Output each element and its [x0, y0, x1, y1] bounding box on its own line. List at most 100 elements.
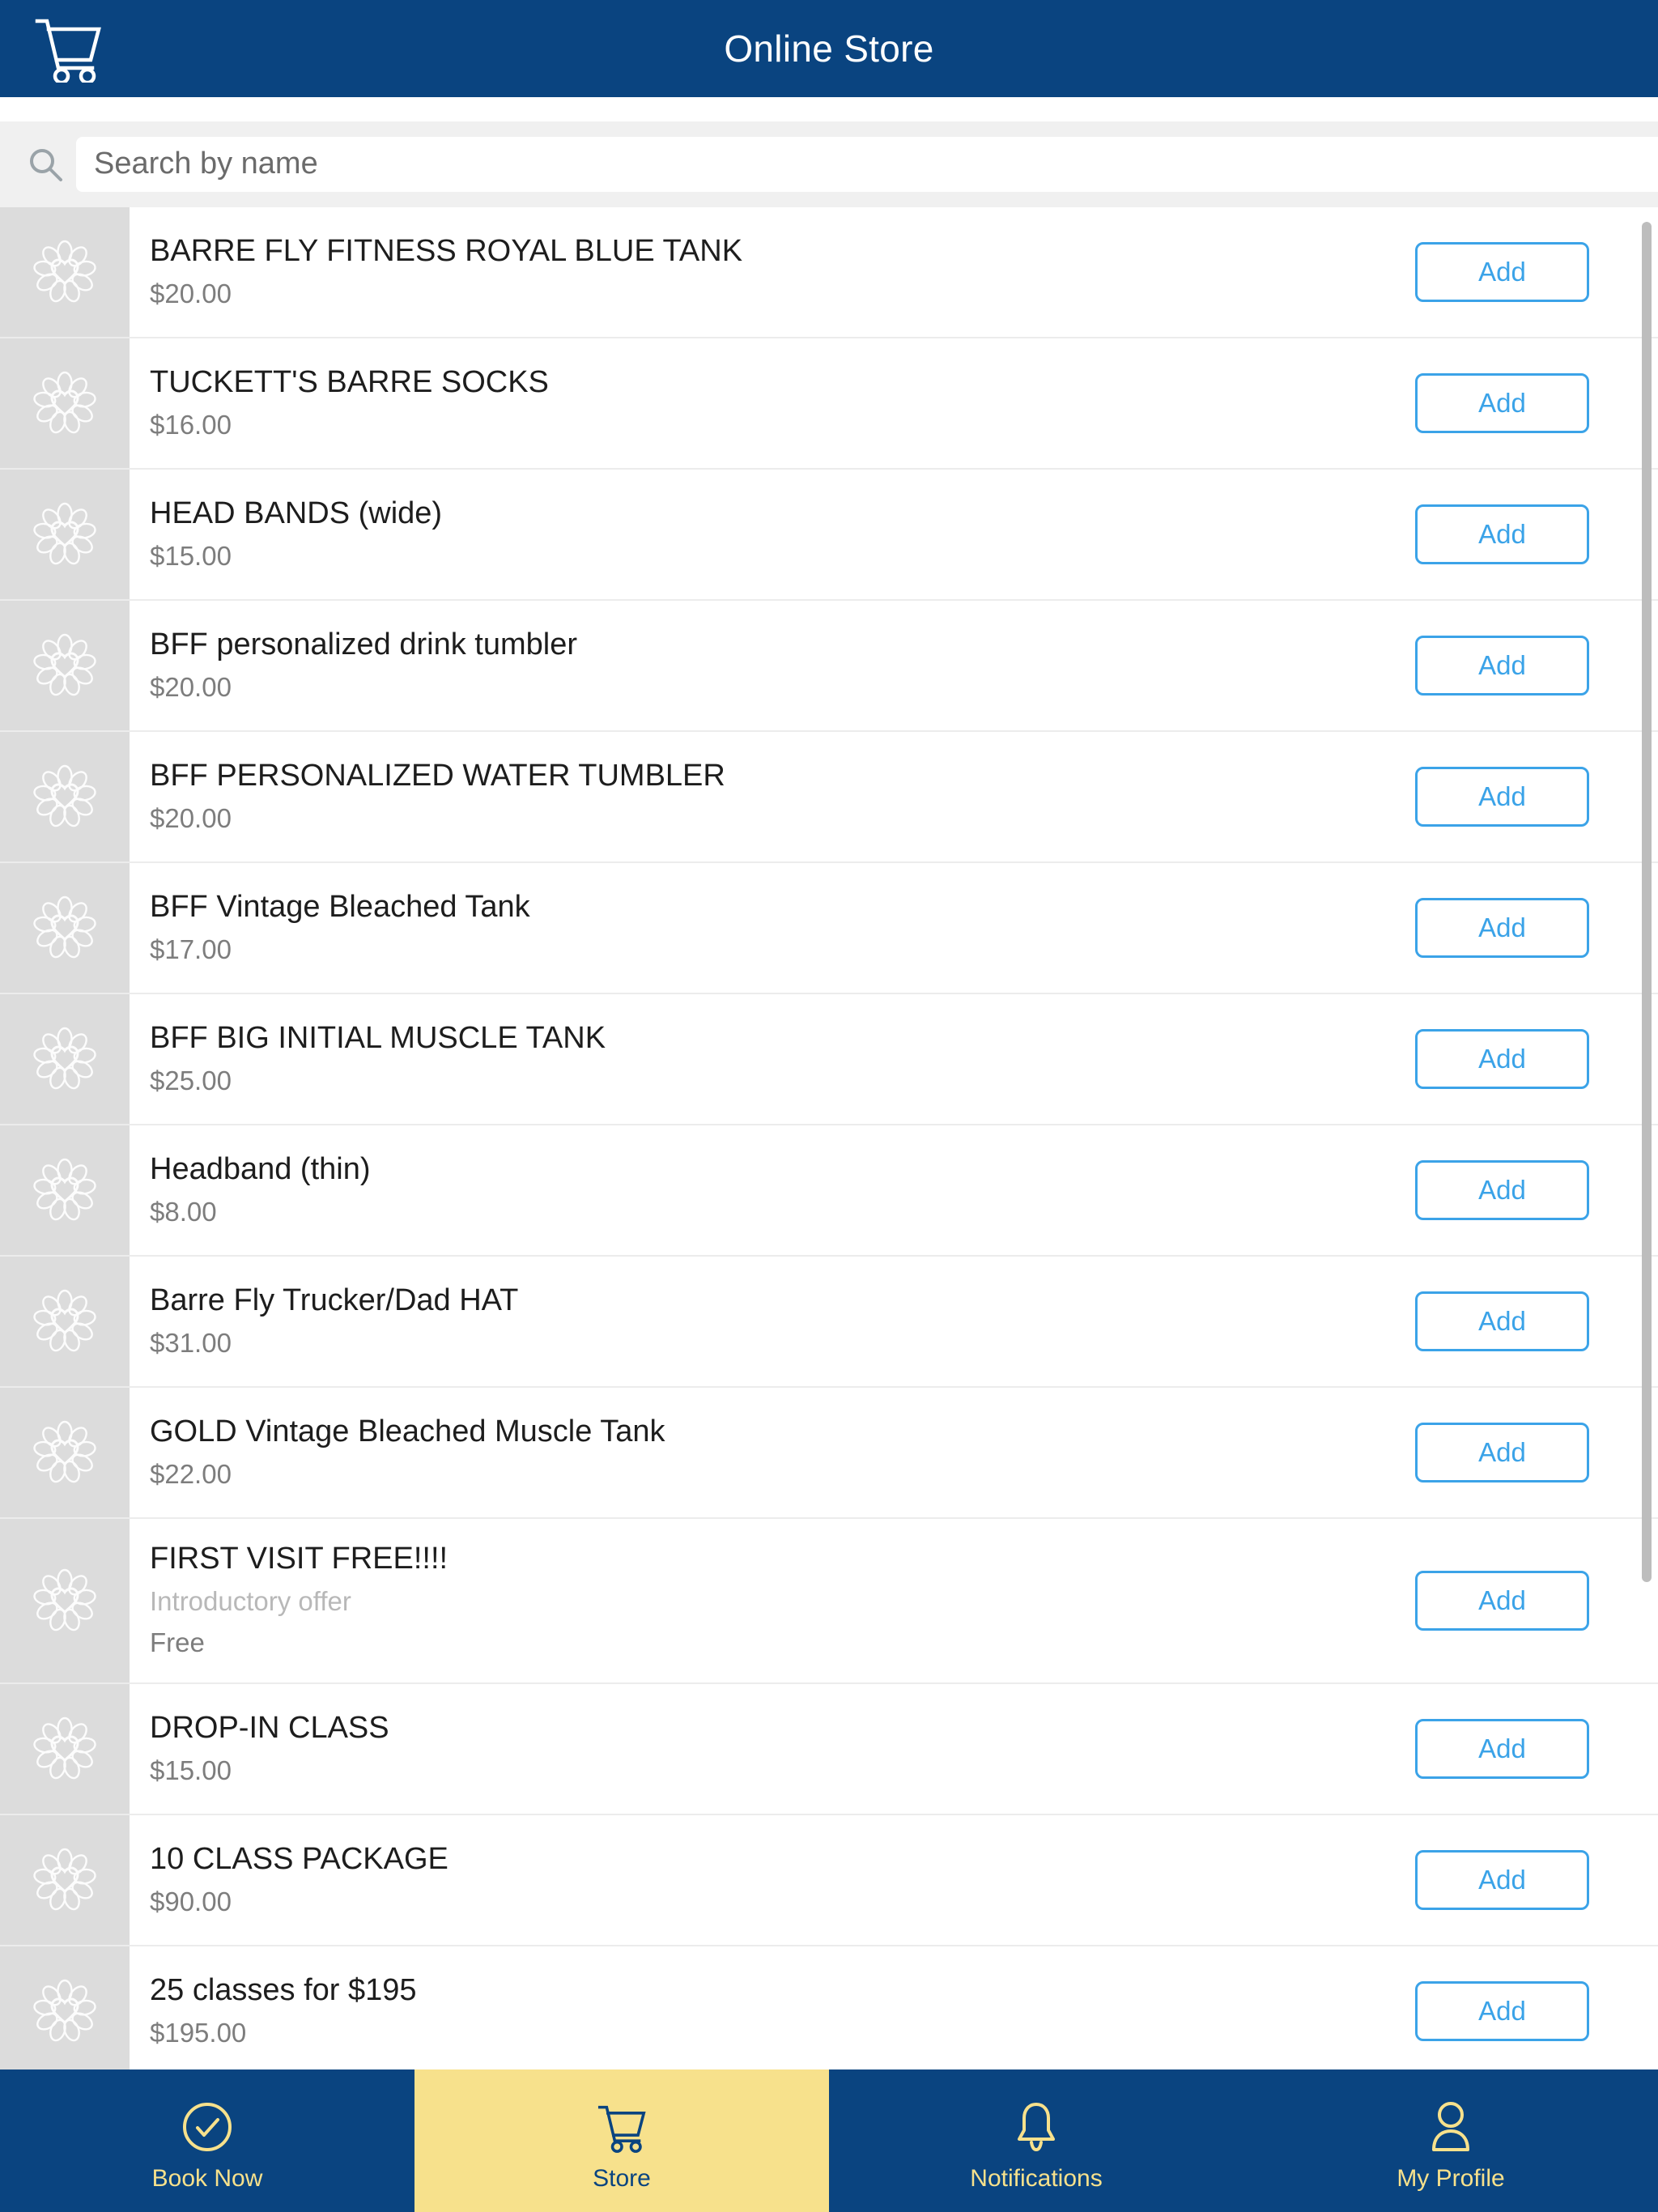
product-row[interactable]: HEAD BANDS (wide) $15.00 Add: [0, 469, 1658, 601]
add-to-cart-button[interactable]: Add: [1415, 241, 1589, 302]
shopping-cart-icon[interactable]: [29, 13, 107, 84]
product-price: $22.00: [150, 1458, 232, 1489]
product-info: BFF PERSONALIZED WATER TUMBLER $20.00: [130, 732, 1415, 861]
flower-heart-logo-icon: [28, 366, 102, 440]
add-to-cart-button[interactable]: Add: [1415, 1980, 1589, 2041]
search-icon: [24, 143, 66, 185]
product-price: Free: [150, 1627, 205, 1658]
nav-item-notifications[interactable]: Notifications: [829, 2069, 1244, 2212]
nav-item-my-profile[interactable]: My Profile: [1244, 2069, 1658, 2212]
scrollbar-thumb[interactable]: [1642, 221, 1652, 1582]
add-to-cart-button[interactable]: Add: [1415, 897, 1589, 958]
product-action: Add: [1415, 1125, 1658, 1255]
product-name: FIRST VISIT FREE!!!!: [150, 1541, 449, 1576]
nav-item-book-now[interactable]: Book Now: [0, 2069, 414, 2212]
product-thumbnail: [0, 338, 130, 468]
search-input-container[interactable]: [76, 136, 1658, 192]
nav-item-label: Store: [593, 2165, 651, 2192]
product-action: Add: [1415, 1946, 1658, 2069]
product-thumbnail: [0, 993, 130, 1124]
product-row[interactable]: BFF PERSONALIZED WATER TUMBLER $20.00 Ad…: [0, 731, 1658, 863]
product-row[interactable]: GOLD Vintage Bleached Muscle Tank $22.00…: [0, 1387, 1658, 1519]
product-name: DROP-IN CLASS: [150, 1710, 389, 1745]
flower-heart-logo-icon: [28, 1022, 102, 1096]
product-name: 25 classes for $195: [150, 1972, 417, 2007]
add-to-cart-button[interactable]: Add: [1415, 1291, 1589, 1351]
bell-icon: [1013, 2097, 1060, 2157]
product-name: Headband (thin): [150, 1151, 371, 1186]
online-store-app: Online Store BARRE FLY FITNESS ROYAL BLU…: [0, 0, 1658, 2212]
header-divider: [0, 97, 1658, 121]
nav-item-label: Book Now: [151, 2165, 263, 2192]
product-list-scroll-area[interactable]: BARRE FLY FITNESS ROYAL BLUE TANK $20.00…: [0, 206, 1658, 2069]
nav-item-store[interactable]: Store: [414, 2069, 829, 2212]
product-row[interactable]: Headband (thin) $8.00 Add: [0, 1125, 1658, 1257]
product-info: Barre Fly Trucker/Dad HAT $31.00: [130, 1257, 1415, 1386]
product-info: FIRST VISIT FREE!!!! Introductory offer …: [130, 1519, 1415, 1682]
add-to-cart-button[interactable]: Add: [1415, 1718, 1589, 1779]
product-action: Add: [1415, 863, 1658, 993]
app-header: Online Store: [0, 0, 1658, 97]
product-row[interactable]: FIRST VISIT FREE!!!! Introductory offer …: [0, 1518, 1658, 1684]
product-name: HEAD BANDS (wide): [150, 496, 443, 530]
product-name: BARRE FLY FITNESS ROYAL BLUE TANK: [150, 233, 743, 268]
search-input[interactable]: [94, 147, 1658, 182]
product-name: Barre Fly Trucker/Dad HAT: [150, 1283, 519, 1317]
check-circle-icon: [181, 2097, 234, 2157]
product-action: Add: [1415, 470, 1658, 599]
product-name: BFF PERSONALIZED WATER TUMBLER: [150, 758, 725, 793]
product-price: $17.00: [150, 934, 232, 964]
flower-heart-logo-icon: [28, 1284, 102, 1359]
product-price: $20.00: [150, 802, 232, 833]
product-row[interactable]: 10 CLASS PACKAGE $90.00 Add: [0, 1814, 1658, 1946]
product-name: GOLD Vintage Bleached Muscle Tank: [150, 1414, 665, 1448]
product-thumbnail: [0, 1683, 130, 1814]
product-price: $20.00: [150, 671, 232, 702]
product-row[interactable]: TUCKETT'S BARRE SOCKS $16.00 Add: [0, 338, 1658, 470]
flower-heart-logo-icon: [28, 891, 102, 965]
product-name: 10 CLASS PACKAGE: [150, 1841, 449, 1876]
add-to-cart-button[interactable]: Add: [1415, 1028, 1589, 1089]
product-row[interactable]: BFF personalized drink tumbler $20.00 Ad…: [0, 600, 1658, 732]
flower-heart-logo-icon: [28, 628, 102, 703]
product-info: 25 classes for $195 $195.00: [130, 1946, 1415, 2069]
product-thumbnail: [0, 1125, 130, 1255]
product-info: BFF personalized drink tumbler $20.00: [130, 601, 1415, 730]
scrollbar[interactable]: [1642, 207, 1652, 2069]
product-row[interactable]: 25 classes for $195 $195.00 Add: [0, 1946, 1658, 2069]
product-action: Add: [1415, 338, 1658, 468]
product-row[interactable]: BARRE FLY FITNESS ROYAL BLUE TANK $20.00…: [0, 206, 1658, 338]
product-info: BARRE FLY FITNESS ROYAL BLUE TANK $20.00: [130, 207, 1415, 337]
add-to-cart-button[interactable]: Add: [1415, 1159, 1589, 1220]
add-to-cart-button[interactable]: Add: [1415, 1849, 1589, 1910]
bottom-navigation: Book Now Store Notifications My Profile: [0, 2069, 1658, 2212]
add-to-cart-button[interactable]: Add: [1415, 1570, 1589, 1631]
product-name: BFF Vintage Bleached Tank: [150, 889, 530, 924]
product-thumbnail: [0, 469, 130, 599]
product-thumbnail: [0, 731, 130, 861]
product-thumbnail: [0, 1518, 130, 1682]
product-row[interactable]: DROP-IN CLASS $15.00 Add: [0, 1683, 1658, 1815]
product-info: HEAD BANDS (wide) $15.00: [130, 470, 1415, 599]
product-action: Add: [1415, 207, 1658, 337]
product-thumbnail: [0, 1946, 130, 2069]
add-to-cart-button[interactable]: Add: [1415, 1422, 1589, 1482]
product-price: $195.00: [150, 2017, 247, 2048]
product-row[interactable]: BFF BIG INITIAL MUSCLE TANK $25.00 Add: [0, 993, 1658, 1125]
add-to-cart-button[interactable]: Add: [1415, 766, 1589, 827]
product-action: Add: [1415, 1257, 1658, 1386]
shopping-cart-icon: [595, 2097, 648, 2157]
product-thumbnail: [0, 1814, 130, 1945]
product-thumbnail: [0, 1387, 130, 1517]
product-row[interactable]: Barre Fly Trucker/Dad HAT $31.00 Add: [0, 1256, 1658, 1388]
add-to-cart-button[interactable]: Add: [1415, 504, 1589, 564]
product-price: $15.00: [150, 540, 232, 571]
product-action: Add: [1415, 1815, 1658, 1945]
add-to-cart-button[interactable]: Add: [1415, 372, 1589, 433]
product-row[interactable]: BFF Vintage Bleached Tank $17.00 Add: [0, 862, 1658, 994]
flower-heart-logo-icon: [28, 1563, 102, 1638]
add-to-cart-button[interactable]: Add: [1415, 635, 1589, 696]
product-action: Add: [1415, 601, 1658, 730]
product-thumbnail: [0, 206, 130, 337]
product-info: BFF Vintage Bleached Tank $17.00: [130, 863, 1415, 993]
